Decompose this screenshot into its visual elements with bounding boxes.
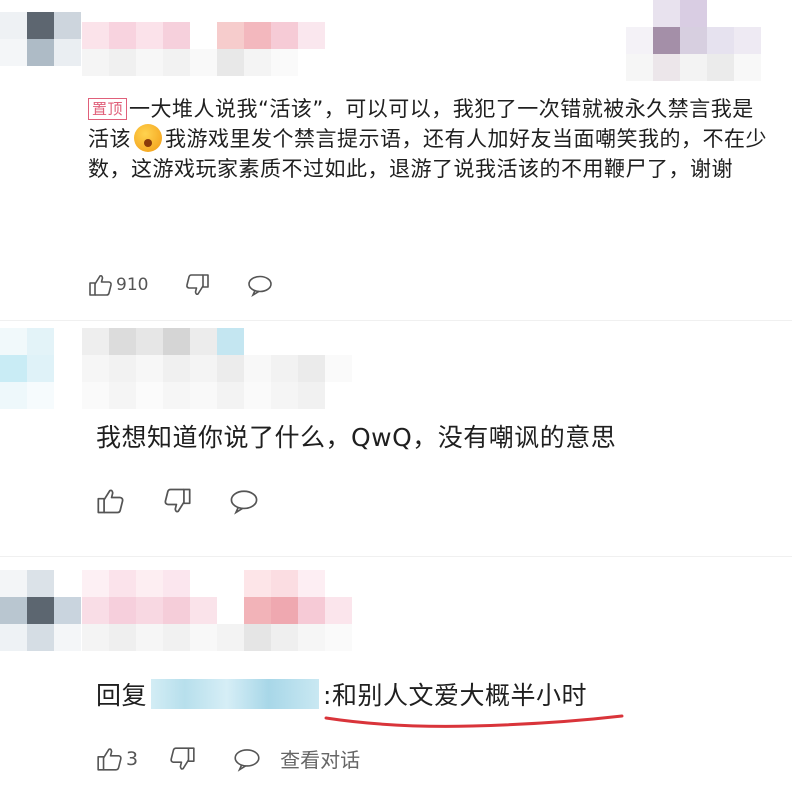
- dislike-button[interactable]: [168, 745, 196, 773]
- comment-divider: [0, 320, 792, 321]
- like-button[interactable]: 910: [88, 272, 148, 298]
- comment3-avatar-blurred[interactable]: [0, 570, 81, 651]
- dislike-button[interactable]: [184, 272, 210, 298]
- comment1-avatar-blurred[interactable]: [0, 12, 81, 66]
- reply-target-username-blurred[interactable]: [151, 679, 320, 709]
- comment-divider: [0, 556, 792, 557]
- thumbs-up-icon: [89, 274, 112, 296]
- comment2-username-blurred[interactable]: [82, 328, 352, 409]
- reply-button[interactable]: [232, 745, 262, 773]
- comment-bubble-icon: [248, 275, 273, 298]
- comment1-level-badge-blurred: [626, 0, 761, 81]
- comment3-username-blurred[interactable]: [82, 570, 352, 651]
- comment1-username-blurred[interactable]: [82, 22, 325, 76]
- like-button[interactable]: [96, 486, 126, 516]
- comment-bubble-icon: [234, 748, 260, 772]
- red-underline-annotation: [324, 714, 624, 728]
- reply-button[interactable]: [246, 272, 274, 298]
- comment1-text-part2: 我游戏里发个禁言提示语，还有人加好友当面嘲笑我的，不在少数，这游戏玩家素质不过如…: [88, 127, 767, 181]
- angry-face-emoji-icon: [134, 124, 162, 152]
- like-count: 3: [126, 747, 139, 770]
- dislike-button[interactable]: [162, 486, 192, 516]
- comment1-text: 置顶 一大堆人说我“活该”，可以可以，我犯了一次错就被永久禁言我是活该 我游戏里发个…: [88, 94, 768, 184]
- like-count: 910: [116, 275, 149, 295]
- reply-button[interactable]: [228, 486, 260, 516]
- comment2-avatar-blurred[interactable]: [0, 328, 54, 409]
- like-button[interactable]: 3: [96, 745, 138, 773]
- comment2-text: 我想知道你说了什么，QwQ，没有嘲讽的意思: [96, 423, 617, 452]
- thumbs-down-icon: [164, 488, 191, 513]
- comment1-actions: 910: [88, 272, 310, 298]
- reply-prefix: 回复: [96, 681, 148, 710]
- thumbs-up-icon: [97, 747, 122, 771]
- thumbs-down-icon: [186, 274, 210, 296]
- thumbs-up-icon: [97, 489, 124, 514]
- pinned-badge: 置顶: [88, 98, 128, 120]
- comment2-actions: [96, 486, 296, 516]
- comment-bubble-icon: [230, 490, 258, 515]
- thumbs-down-icon: [170, 746, 195, 770]
- view-conversation-link[interactable]: 查看对话: [280, 744, 360, 773]
- comment3-actions: 3 查看对话: [96, 744, 360, 773]
